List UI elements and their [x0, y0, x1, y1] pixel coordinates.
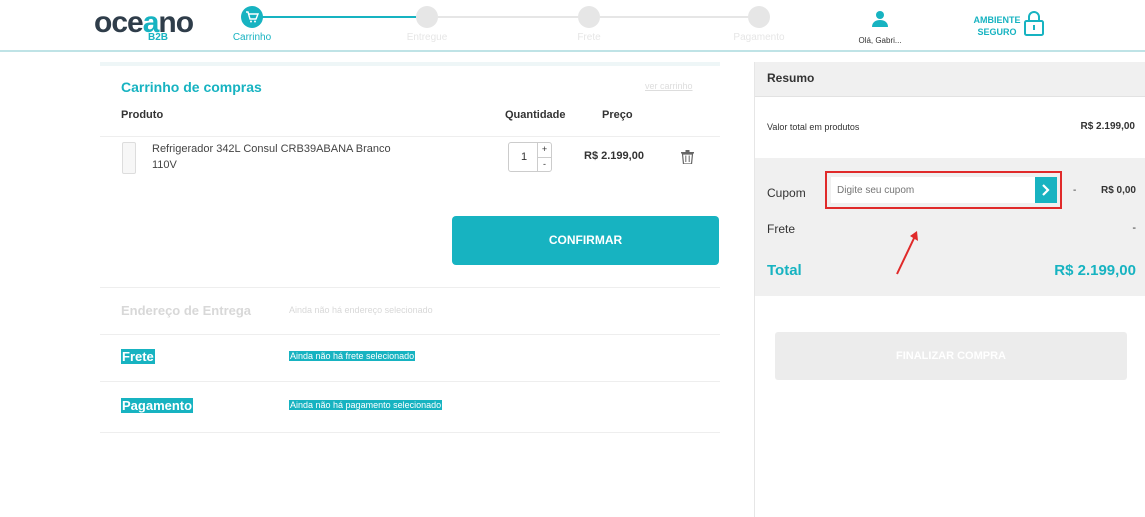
divider	[100, 136, 720, 137]
logo-sub: B2B	[148, 32, 169, 43]
step-cart[interactable]	[241, 6, 263, 28]
step-label-3: Frete	[577, 32, 601, 43]
quantity-increase-button[interactable]: +	[538, 143, 551, 157]
column-product: Produto	[121, 109, 164, 121]
quantity-decrease-button[interactable]: -	[538, 157, 551, 171]
quantity-value[interactable]: 1	[521, 151, 527, 163]
coupon-input[interactable]	[831, 177, 1037, 203]
secure-line-1: AMBIENTE	[973, 15, 1021, 25]
apply-coupon-button[interactable]	[1035, 177, 1057, 203]
finalize-purchase-button[interactable]: FINALIZAR COMPRA	[775, 332, 1127, 380]
progress-line	[600, 16, 748, 18]
step-2[interactable]	[416, 6, 438, 28]
confirm-button[interactable]: CONFIRMAR	[452, 216, 719, 265]
products-total-label: Valor total em produtos	[767, 122, 860, 132]
quantity-buttons: + -	[537, 143, 551, 171]
delivery-address-title[interactable]: Endereço de Entrega	[121, 303, 251, 318]
lock-icon	[1024, 11, 1044, 36]
step-label-cart: Carrinho	[232, 32, 272, 43]
divider	[100, 432, 720, 433]
chevron-right-icon	[1042, 184, 1050, 196]
cart-title: Carrinho de compras	[121, 79, 262, 95]
shipping-note: Ainda não há frete selecionado	[289, 351, 416, 361]
progress-line-active	[262, 16, 416, 18]
total-label: Total	[767, 262, 802, 279]
step-label-4: Pagamento	[733, 32, 785, 43]
user-menu[interactable]: Olá, Gabri...	[858, 10, 902, 45]
summary-panel: Resumo Valor total em produtos R$ 2.199,…	[754, 62, 1145, 517]
coupon-highlight-box	[825, 171, 1062, 209]
coupon-dash: -	[1073, 185, 1077, 196]
see-cart-link[interactable]: ver carrinho	[645, 81, 693, 91]
coupon-value: R$ 0,00	[1100, 185, 1136, 196]
secure-text: AMBIENTE SEGURO	[972, 14, 1022, 38]
user-greeting: Olá, Gabri...	[858, 36, 902, 45]
secure-line-2: SEGURO	[977, 27, 1017, 37]
logo-text-a: oce	[94, 6, 144, 39]
shipping-title[interactable]: Frete	[121, 349, 155, 364]
step-3[interactable]	[578, 6, 600, 28]
total-value: R$ 2.199,00	[1054, 262, 1136, 279]
coupon-label: Cupom	[767, 186, 806, 200]
column-price: Preço	[602, 109, 633, 121]
payment-note: Ainda não há pagamento selecionado	[289, 400, 443, 410]
divider	[100, 334, 720, 335]
summary-header: Resumo	[755, 62, 1145, 97]
quantity-stepper[interactable]: 1 + -	[508, 142, 552, 172]
product-name[interactable]: Refrigerador 342L Consul CRB39ABANA Bran…	[152, 141, 402, 173]
column-quantity: Quantidade	[505, 109, 566, 121]
divider	[100, 381, 720, 382]
cart-top-bar	[100, 62, 720, 66]
step-4[interactable]	[748, 6, 770, 28]
product-image	[122, 142, 136, 174]
product-price: R$ 2.199,00	[584, 150, 644, 162]
divider	[100, 287, 720, 288]
delivery-address-note: Ainda não há endereço selecionado	[289, 305, 433, 315]
step-label-2: Entregue	[406, 32, 448, 43]
summary-totals-box: Cupom - R$ 0,00 Frete - Total R$ 2.199,0…	[755, 158, 1145, 296]
shipping-label: Frete	[767, 222, 796, 236]
user-icon	[872, 11, 888, 27]
products-total-value: R$ 2.199,00	[1080, 121, 1136, 132]
cart-icon	[246, 11, 259, 23]
site-header: oceano B2B Carrinho Entregue Frete Pagam…	[0, 0, 1145, 52]
payment-title[interactable]: Pagamento	[121, 398, 194, 413]
shipping-value: -	[1132, 222, 1136, 234]
summary-title: Resumo	[767, 71, 815, 85]
oceano-logo[interactable]: oceano B2B	[94, 8, 194, 48]
progress-line	[438, 16, 578, 18]
annotation-arrow-icon	[896, 231, 918, 275]
trash-icon[interactable]	[681, 150, 694, 164]
